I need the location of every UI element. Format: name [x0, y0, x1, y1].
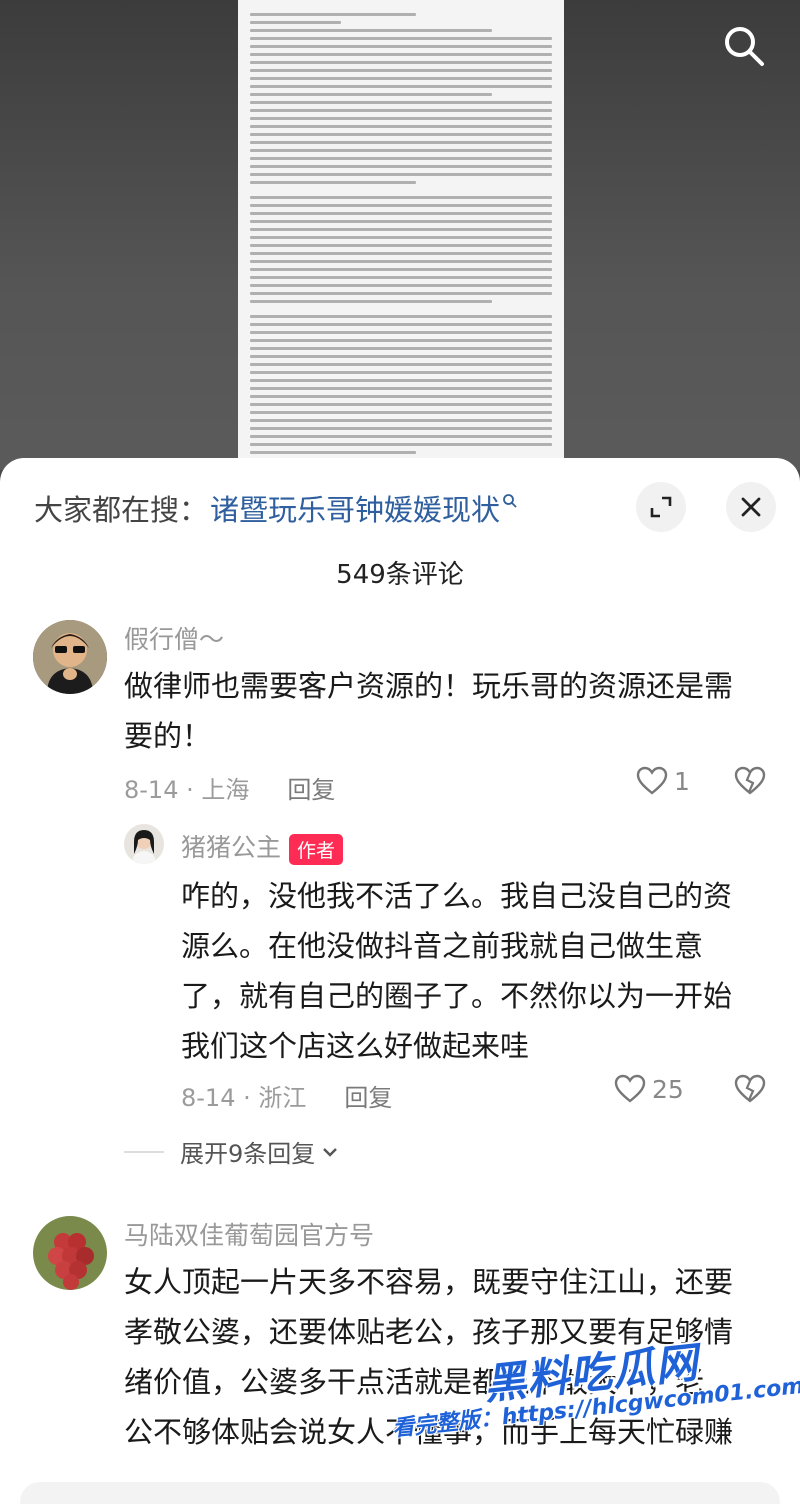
comment-text-line: 绪价值，公婆多干点活就是都说不敢大干，老: [124, 1365, 705, 1399]
comment-text-line: 咋的，没他我不活了么。我自己没自己的资: [181, 879, 733, 913]
comment-sheet: 大家都在搜： 诸暨玩乐哥钟媛媛现状 549条评论 假行僧～ 做律师也需要客户资源…: [0, 458, 800, 1504]
heart-icon: [636, 766, 668, 795]
close-button[interactable]: [726, 482, 776, 532]
search-suggestion-prefix: 大家都在搜：: [34, 493, 209, 527]
avatar[interactable]: [124, 824, 164, 864]
comment-username[interactable]: 假行僧～: [124, 620, 224, 656]
heart-icon: [614, 1074, 646, 1103]
document-image: [238, 0, 564, 470]
comment-username[interactable]: 马陆双佳葡萄园官方号: [124, 1216, 374, 1252]
broken-heart-icon: [734, 766, 766, 795]
search-icon: [503, 494, 517, 508]
close-icon: [741, 497, 761, 517]
comment-item: 马陆双佳葡萄园官方号 女人顶起一片天多不容易，既要守住江山，还要 孝敬公婆，还要…: [0, 1214, 800, 1504]
comment-input-bar[interactable]: [20, 1482, 780, 1504]
comment-text-line: 了，就有自己的圈子了。不然你以为一开始: [181, 979, 733, 1013]
search-icon: [725, 27, 764, 66]
like-count: 25: [652, 1074, 684, 1104]
comment-text-line: 公不够体贴会说女人不懂事，而手上每天忙碌赚: [124, 1415, 734, 1449]
comment-item: 假行僧～ 做律师也需要客户资源的！玩乐哥的资源还是需 要的！ 8-14 · 上海…: [0, 618, 800, 818]
like-button[interactable]: 25: [614, 1074, 684, 1104]
comment-meta: 8-14 · 上海 回复: [124, 770, 335, 805]
chevron-down-icon: [323, 1147, 338, 1157]
expand-button[interactable]: [636, 482, 686, 532]
reply-username-text[interactable]: 猪猪公主: [181, 833, 281, 862]
expand-replies-label: 展开9条回复: [180, 1140, 316, 1168]
comment-text-line: 孝敬公婆，还要体贴老公，孩子那又要有足够情: [124, 1315, 734, 1349]
search-button[interactable]: [716, 18, 772, 74]
author-badge: 作者: [289, 833, 344, 865]
like-button[interactable]: 1: [636, 766, 690, 796]
expand-replies-button[interactable]: 展开9条回复: [124, 1134, 339, 1169]
comment-text-line: 女人顶起一片天多不容易，既要守住江山，还要: [124, 1265, 734, 1299]
divider: [124, 1150, 164, 1153]
like-count: 1: [674, 766, 690, 796]
comment-text-line: 我们这个店这么好做起来哇: [181, 1029, 530, 1063]
avatar[interactable]: [33, 620, 107, 694]
comment-count: 549条评论: [336, 560, 464, 590]
reply-username: 猪猪公主 作者: [181, 828, 344, 865]
reply-item: 猪猪公主 作者 咋的，没他我不活了么。我自己没自己的资 源么。在他没做抖音之前我就…: [0, 822, 800, 1168]
search-suggestion[interactable]: 大家都在搜： 诸暨玩乐哥钟媛媛现状: [34, 486, 518, 530]
reply-button[interactable]: 回复: [344, 1078, 392, 1113]
comment-date-location: 8-14 · 上海: [124, 776, 250, 804]
comment-meta: 8-14 · 浙江 回复: [181, 1078, 392, 1113]
expand-icon: [650, 496, 672, 518]
media-preview: [0, 0, 800, 470]
comment-date-location: 8-14 · 浙江: [181, 1084, 307, 1112]
comment-text-line: 源么。在他没做抖音之前我就自己做生意: [181, 929, 704, 963]
reply-button[interactable]: 回复: [287, 770, 335, 805]
comment-text-line: 要的！: [124, 719, 212, 753]
comment-text-line: 做律师也需要客户资源的！玩乐哥的资源还是需: [124, 669, 734, 703]
search-suggestion-query[interactable]: 诸暨玩乐哥钟媛媛现状: [210, 487, 500, 529]
dislike-button[interactable]: [734, 1074, 766, 1108]
avatar[interactable]: [33, 1216, 107, 1290]
dislike-button[interactable]: [734, 766, 766, 800]
broken-heart-icon: [734, 1074, 766, 1103]
